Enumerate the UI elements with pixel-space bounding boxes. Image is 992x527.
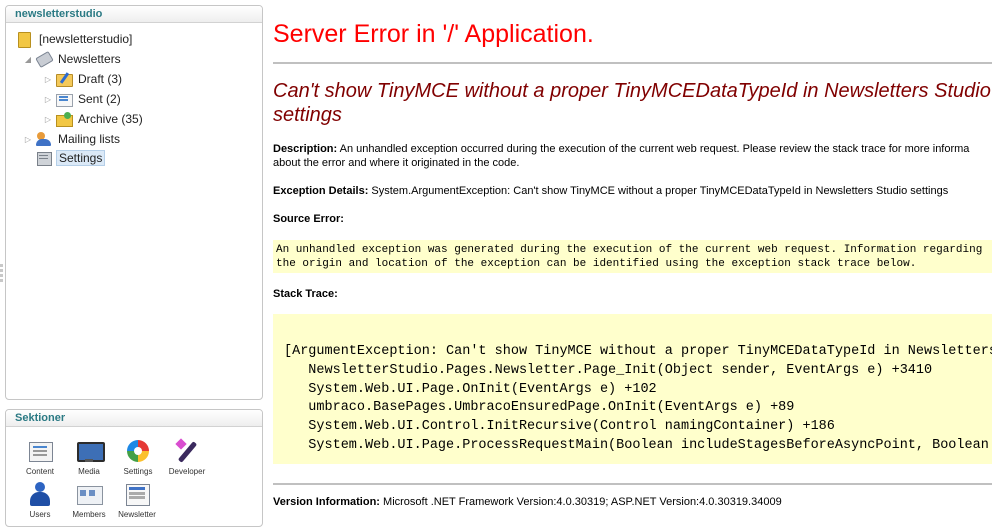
stack-trace-line: [ArgumentException: Can't show TinyMCE w… xyxy=(284,344,992,359)
section-label: Content xyxy=(25,467,55,476)
expanded-arrow-icon[interactable]: ◢ xyxy=(23,54,33,64)
section-users[interactable]: Users xyxy=(15,481,65,519)
tree-item-label: [newsletterstudio] xyxy=(39,32,133,46)
version-info: Version Information: Microsoft .NET Fram… xyxy=(273,495,992,509)
settings-icon xyxy=(35,150,53,166)
source-error-line: An unhandled exception was generated dur… xyxy=(276,244,983,256)
resize-grip[interactable] xyxy=(0,262,4,288)
section-newsletter[interactable]: Newsletter xyxy=(112,481,162,519)
collapsed-arrow-icon[interactable]: ▷ xyxy=(43,74,53,84)
tree-item-label: Settings xyxy=(56,150,106,166)
description-label: Description: xyxy=(273,143,338,155)
section-label: Newsletter xyxy=(118,510,156,519)
source-error-label: Source Error: xyxy=(273,212,992,226)
collapsed-arrow-icon[interactable]: ▷ xyxy=(43,114,53,124)
version-label: Version Information: xyxy=(273,496,380,508)
divider xyxy=(273,483,992,485)
draft-icon xyxy=(55,71,73,87)
section-developer[interactable]: Developer xyxy=(162,438,212,476)
divider xyxy=(273,62,992,64)
description: Description: An unhandled exception occu… xyxy=(273,142,992,170)
section-label: Settings xyxy=(123,467,153,476)
newsletters-icon xyxy=(35,51,53,67)
settings-icon xyxy=(125,438,151,464)
newsletter-icon xyxy=(124,481,150,507)
archive-icon xyxy=(55,111,73,127)
exception-label: Exception Details: xyxy=(273,185,369,197)
tree-item-label: Draft (3) xyxy=(78,72,123,86)
tree-item-label: Mailing lists xyxy=(58,132,121,146)
description-text-cont: about the error and where it originated … xyxy=(273,157,520,169)
exception-text: System.ArgumentException: Can't show Tin… xyxy=(368,185,949,197)
tree-item-sent[interactable]: ▷ Sent (2) xyxy=(43,90,123,108)
stack-trace-label-text: Stack Trace: xyxy=(273,288,338,300)
tree-item-settings[interactable]: Settings xyxy=(35,149,106,167)
tree-item-label: Newsletters xyxy=(58,52,121,66)
stack-trace-line: System.Web.UI.Page.OnInit(EventArgs e) +… xyxy=(284,381,657,397)
section-label: Developer xyxy=(168,467,206,476)
section-label: Members xyxy=(72,510,106,519)
section-label: Users xyxy=(29,510,51,519)
source-error-box: An unhandled exception was generated dur… xyxy=(273,240,992,273)
tree-item-label: Archive (35) xyxy=(78,112,143,126)
folder-icon xyxy=(16,31,34,48)
collapsed-arrow-icon[interactable]: ▷ xyxy=(43,94,53,104)
sections-panel-title: Sektioner xyxy=(6,410,262,427)
stack-trace-line: System.Web.UI.Control.InitRecursive(Cont… xyxy=(284,419,835,435)
sent-icon xyxy=(55,91,73,107)
version-text: Microsoft .NET Framework Version:4.0.303… xyxy=(379,496,782,508)
tree-item-mailing-lists[interactable]: ▷ Mailing lists xyxy=(23,130,122,148)
members-icon xyxy=(76,481,103,507)
developer-icon xyxy=(174,438,200,464)
stack-trace-line: System.Web.UI.Page.ProcessRequestMain(Bo… xyxy=(284,437,989,453)
tree-item-draft[interactable]: ▷ Draft (3) xyxy=(43,70,124,88)
error-heading: Can't show TinyMCE without a proper Tiny… xyxy=(273,80,991,126)
stack-trace-box: [ArgumentException: Can't show TinyMCE w… xyxy=(273,314,992,464)
sections-panel: Sektioner Content Media Settings Develop… xyxy=(5,409,263,527)
section-members[interactable]: Members xyxy=(64,481,114,519)
content-icon xyxy=(27,438,53,464)
collapsed-arrow-icon[interactable]: ▷ xyxy=(23,134,33,144)
tree-item-archive[interactable]: ▷ Archive (35) xyxy=(43,110,145,128)
stack-trace-label: Stack Trace: xyxy=(273,287,992,301)
stack-trace-line: umbraco.BasePages.UmbracoEnsuredPage.OnI… xyxy=(284,400,795,416)
media-icon xyxy=(76,438,105,464)
tree-item-label: Sent (2) xyxy=(78,92,121,106)
tree-item-root[interactable]: [newsletterstudio] xyxy=(16,30,134,48)
error-page: Server Error in '/' Application. Can't s… xyxy=(273,0,992,524)
section-settings[interactable]: Settings xyxy=(113,438,163,476)
source-error-line: the origin and location of the exception… xyxy=(276,258,917,270)
source-error-label-text: Source Error: xyxy=(273,213,344,225)
section-media[interactable]: Media xyxy=(64,438,114,476)
section-content[interactable]: Content xyxy=(15,438,65,476)
error-title: Server Error in '/' Application. xyxy=(273,20,594,48)
tree-item-newsletters[interactable]: ◢ Newsletters xyxy=(23,50,123,68)
exception-details: Exception Details: System.ArgumentExcept… xyxy=(273,184,992,198)
tree-panel: newsletterstudio [newsletterstudio] ◢ Ne… xyxy=(5,5,263,400)
stack-trace-line: NewsletterStudio.Pages.Newsletter.Page_I… xyxy=(284,362,933,378)
tree-panel-title: newsletterstudio xyxy=(6,6,262,23)
section-label: Media xyxy=(78,467,100,476)
users-icon xyxy=(27,481,53,507)
mailing-lists-icon xyxy=(35,131,53,147)
description-text: An unhandled exception occurred during t… xyxy=(337,143,970,155)
